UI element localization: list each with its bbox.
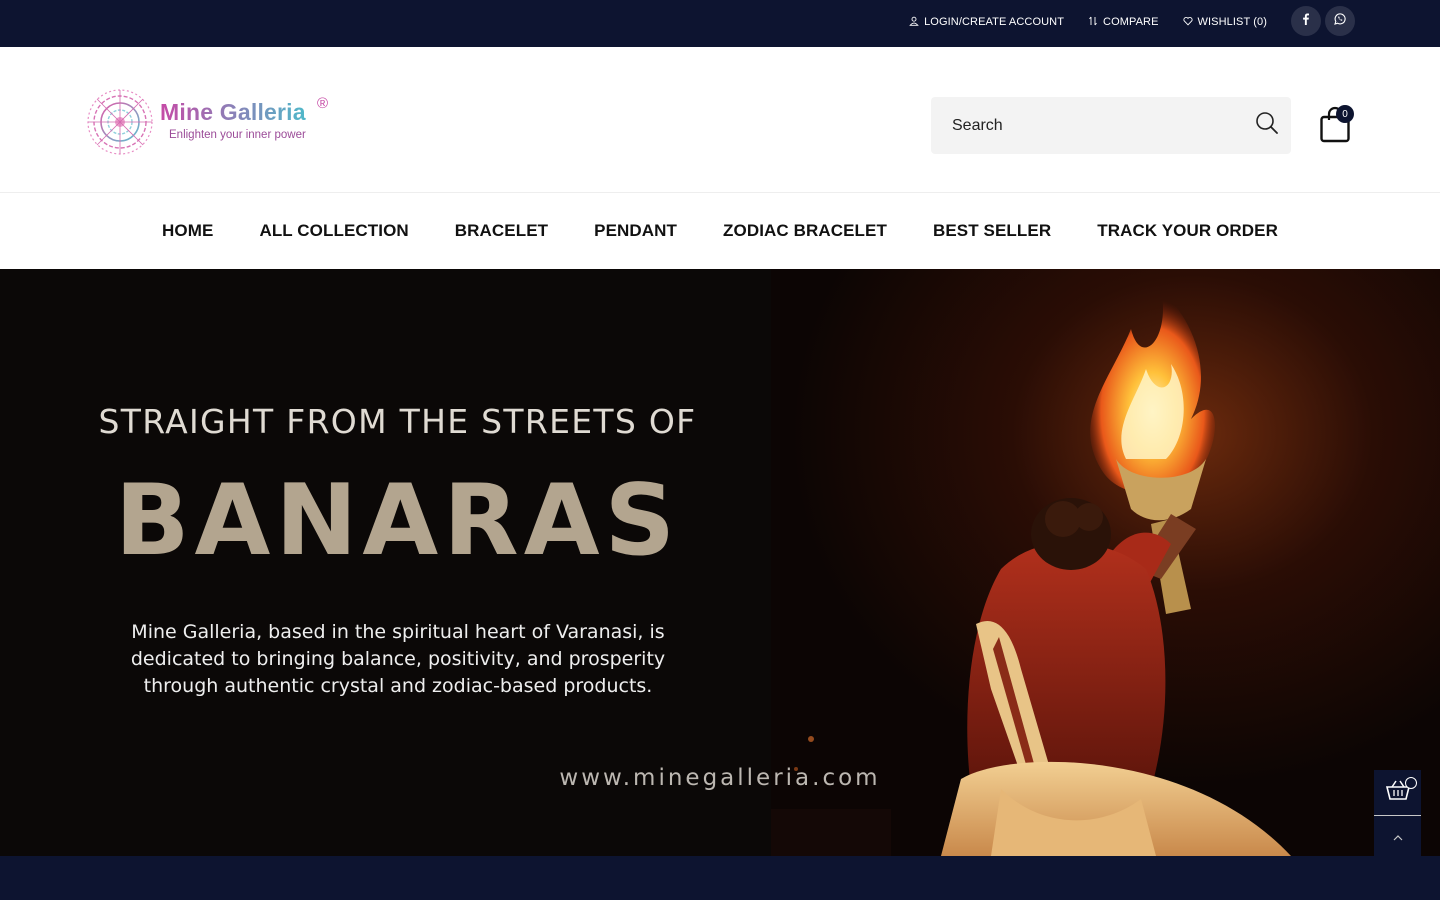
compare-label: COMPARE (1103, 16, 1159, 28)
top-bar: LOGIN/CREATE ACCOUNT COMPARE WISHLIST (0… (0, 0, 1440, 47)
login-create-account-link[interactable]: LOGIN/CREATE ACCOUNT (909, 16, 1064, 29)
facebook-icon (1299, 12, 1313, 31)
nav-item-best-seller[interactable]: BEST SELLER (933, 221, 1051, 241)
wishlist-label: WISHLIST (0) (1197, 16, 1267, 28)
registered-mark: ® (317, 95, 329, 112)
compare-icon (1088, 16, 1098, 29)
hero-kicker: STRAIGHT FROM THE STREETS OF (98, 402, 697, 441)
wishlist-link[interactable]: WISHLIST (0) (1183, 16, 1267, 29)
nav-item-bracelet[interactable]: BRACELET (455, 221, 548, 241)
mandala-logo-icon (87, 89, 153, 155)
hero-website-url: www.minegalleria.com (559, 765, 881, 791)
cart-button[interactable]: 0 (1318, 104, 1358, 144)
search-icon (1255, 111, 1279, 140)
whatsapp-button[interactable] (1325, 6, 1355, 36)
whatsapp-icon (1333, 12, 1347, 31)
brand-name: Mine Galleria (160, 99, 306, 125)
nav-item-track-your-order[interactable]: TRACK YOUR ORDER (1097, 221, 1278, 241)
back-to-top-button[interactable] (1374, 816, 1421, 861)
compare-link[interactable]: COMPARE (1088, 16, 1159, 29)
hero-description: Mine Galleria, based in the spiritual he… (130, 621, 666, 697)
hero-banner[interactable]: STRAIGHT FROM THE STREETS OF BANARAS Min… (0, 269, 1440, 856)
search-button[interactable] (1253, 111, 1281, 139)
site-header: Mine Galleria ® Enlighten your inner pow… (0, 47, 1440, 193)
main-navigation: HOME ALL COLLECTION BRACELET PENDANT ZOD… (0, 193, 1440, 269)
login-label: LOGIN/CREATE ACCOUNT (924, 16, 1065, 28)
search-input[interactable] (931, 97, 1241, 154)
nav-item-home[interactable]: HOME (162, 221, 213, 241)
nav-item-all-collection[interactable]: ALL COLLECTION (259, 221, 408, 241)
chevron-up-icon (1391, 830, 1405, 848)
search-box (931, 97, 1291, 154)
nav-item-pendant[interactable]: PENDANT (594, 221, 677, 241)
hero-title: BANARAS (114, 464, 681, 578)
user-icon (909, 16, 919, 29)
account-links: LOGIN/CREATE ACCOUNT COMPARE WISHLIST (0… (909, 0, 1267, 44)
floating-cart-badge (1405, 777, 1417, 789)
heart-icon (1183, 16, 1193, 29)
brand-tagline: Enlighten your inner power (169, 129, 306, 141)
cart-count-badge: 0 (1336, 105, 1354, 123)
facebook-button[interactable] (1291, 6, 1321, 36)
floating-cart-button[interactable] (1374, 770, 1421, 815)
brand-logo[interactable]: Mine Galleria ® Enlighten your inner pow… (86, 88, 336, 158)
nav-item-zodiac-bracelet[interactable]: ZODIAC BRACELET (723, 221, 887, 241)
